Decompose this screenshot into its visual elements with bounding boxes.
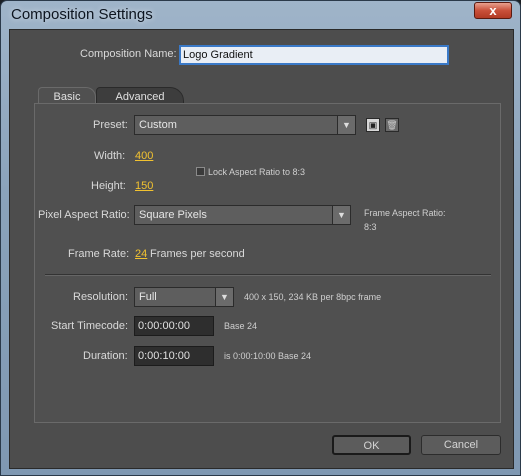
start-timecode-input[interactable]: 0:00:00:00 [134,316,214,336]
frame-aspect-value: 8:3 [364,222,377,232]
composition-name-input[interactable]: Logo Gradient [179,45,449,65]
pixel-aspect-value: Square Pixels [139,209,207,221]
frame-rate-unit: Frames per second [150,248,245,260]
close-icon: x [489,3,497,18]
dialog-content: Composition Name: Logo Gradient Basic Ad… [9,29,514,469]
frame-aspect-label: Frame Aspect Ratio: [364,208,446,218]
duration-label: Duration: [83,350,128,362]
lock-aspect-label: Lock Aspect Ratio to 8:3 [208,167,306,177]
start-timecode-label: Start Timecode: [51,320,129,332]
lock-aspect-checkbox[interactable] [196,167,205,176]
preset-value: Custom [139,119,177,131]
ok-button[interactable]: OK [332,435,411,455]
window-title: Composition Settings [11,6,153,23]
composition-name-label: Composition Name: [80,48,177,60]
divider [45,274,491,276]
preset-label: Preset: [93,119,128,131]
preset-dropdown[interactable]: Custom ▼ [134,115,356,135]
resolution-label: Resolution: [73,291,129,303]
frame-rate-label: Frame Rate: [68,248,130,260]
width-value[interactable]: 400 [135,150,153,162]
duration-info: is 0:00:10:00 Base 24 [224,351,312,361]
pixel-aspect-dropdown[interactable]: Square Pixels ▼ [134,205,351,225]
tab-advanced[interactable]: Advanced [96,87,184,104]
width-label: Width: [94,150,126,162]
duration-input[interactable]: 0:00:10:00 [134,346,214,366]
cancel-button[interactable]: Cancel [421,435,501,455]
save-preset-icon[interactable]: ▣ [366,118,380,132]
pixel-aspect-label: Pixel Aspect Ratio: [38,209,130,221]
resolution-dropdown[interactable]: Full ▼ [134,287,234,307]
chevron-down-icon: ▼ [337,116,355,134]
frame-rate-value[interactable]: 24 [135,248,147,260]
start-timecode-base: Base 24 [224,321,258,331]
chevron-down-icon: ▼ [215,288,233,306]
resolution-value: Full [139,291,157,303]
trash-icon[interactable]: 🗑 [385,118,399,132]
chevron-down-icon: ▼ [332,206,350,224]
dialog-window: Composition Settings x Composition Name:… [0,0,521,476]
height-label: Height: [91,180,126,192]
close-button[interactable]: x [474,2,512,19]
height-value[interactable]: 150 [135,180,153,192]
resolution-info: 400 x 150, 234 KB per 8bpc frame [244,292,382,302]
